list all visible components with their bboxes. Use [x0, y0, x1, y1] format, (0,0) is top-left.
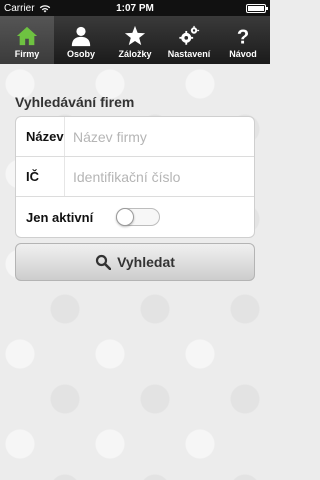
search-button[interactable]: Vyhledat: [15, 243, 255, 281]
star-icon: [124, 25, 146, 46]
tab-firmy[interactable]: Firmy: [0, 16, 54, 64]
tab-label: Osoby: [66, 49, 95, 59]
tab-label: Návod: [229, 49, 257, 59]
form-row-ic: IČ: [16, 157, 254, 197]
tab-label: Firmy: [14, 49, 40, 59]
search-icon: [95, 254, 112, 270]
tab-navod[interactable]: ? Návod: [216, 16, 270, 64]
active-only-toggle[interactable]: [116, 208, 160, 226]
ic-input[interactable]: [65, 157, 254, 196]
tab-bar: Firmy Osoby Záložky Nastavení ? Návod: [0, 16, 270, 64]
tab-osoby[interactable]: Osoby: [54, 16, 108, 64]
name-label: Název: [16, 117, 65, 156]
home-icon: [16, 26, 38, 46]
toggle-knob: [116, 208, 134, 226]
tab-label: Nastavení: [167, 49, 211, 59]
form-row-name: Název: [16, 117, 254, 157]
person-icon: [71, 26, 91, 47]
search-form: Název IČ Jen aktivní: [15, 116, 255, 238]
battery-icon: [246, 3, 268, 13]
gears-icon: [179, 25, 200, 45]
ic-label: IČ: [16, 157, 65, 196]
toggle-wrapper: [111, 208, 254, 226]
battery-fill: [248, 5, 264, 11]
status-bar: Carrier 1:07 PM: [0, 0, 270, 16]
tab-zalozky[interactable]: Záložky: [108, 16, 162, 64]
wifi-icon: [39, 4, 50, 12]
page-title: Vyhledávání firem: [15, 94, 135, 110]
active-only-label: Jen aktivní: [26, 209, 94, 225]
tab-nastaveni[interactable]: Nastavení: [162, 16, 216, 64]
svg-text:?: ?: [237, 26, 249, 47]
carrier-name: Carrier: [4, 2, 35, 14]
search-button-label: Vyhledat: [117, 254, 175, 270]
company-name-input[interactable]: [65, 117, 254, 156]
question-icon: ?: [237, 26, 249, 47]
tab-label: Záložky: [118, 49, 152, 59]
status-left: Carrier: [4, 3, 51, 14]
form-row-active-only: Jen aktivní: [16, 197, 254, 237]
